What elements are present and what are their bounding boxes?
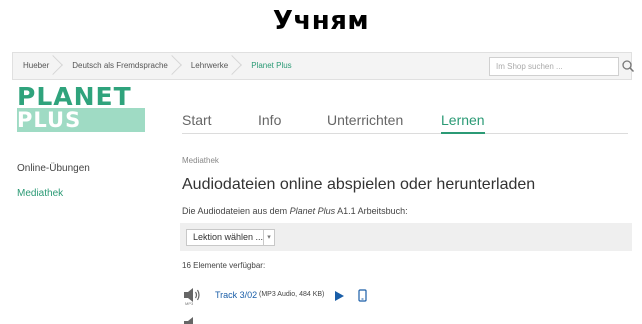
chevron-down-icon[interactable]: ▾ [263,230,274,245]
breadcrumb-hueber[interactable]: Hueber [13,52,62,80]
intro-text-before: Die Audiodateien aus dem [182,206,290,216]
intro-text: Die Audiodateien aus dem Planet Plus A1.… [182,206,408,216]
mp3-label: MP3 [185,301,194,306]
tab-unterrichten[interactable]: Unterrichten [327,112,403,134]
sidebar-item-mediathek[interactable]: Mediathek [17,188,63,199]
breadcrumb-deutsch-als-fremdsprache[interactable]: Deutsch als Fremdsprache [62,52,181,80]
filter-bar: Lektion wählen ... ▾ [180,223,632,251]
planet-plus-logo[interactable]: PLANET PLUS [17,82,145,132]
item-count: 16 Elemente verfügbar: [182,261,266,270]
list-item-partial [182,316,482,324]
intro-text-after: A1.1 Arbeitsbuch: [335,206,408,216]
banner-title: Учням [272,6,370,36]
track-meta: (MP3 Audio, 484 KB) [259,291,325,298]
lesson-select[interactable]: Lektion wählen ... ▾ [186,229,275,246]
tab-start[interactable]: Start [182,112,212,134]
breadcrumb-planet-plus[interactable]: Planet Plus [241,52,304,80]
device-icon[interactable] [358,289,367,302]
top-navigation-bar: Hueber Deutsch als Fremdsprache Lehrwerk… [12,52,635,80]
speaker-icon [184,317,193,324]
page-title: Audiodateien online abspielen oder herun… [182,176,536,193]
logo-text-planet: PLANET [17,82,132,111]
section-label: Mediathek [182,156,219,165]
sidebar-item-online-uebungen[interactable]: Online-Übungen [17,163,90,174]
tab-info[interactable]: Info [258,112,281,134]
main-tabs: Start Info Unterrichten Lernen [182,112,628,134]
intro-book-title: Planet Plus [289,206,336,216]
lesson-select-value: Lektion wählen ... [193,232,264,242]
tab-lernen[interactable]: Lernen [441,112,485,134]
logo-text-plus: PLUS [17,108,82,132]
search-input[interactable]: Im Shop suchen ... [489,57,619,76]
breadcrumb-lehrwerke[interactable]: Lehrwerke [181,52,241,80]
list-item: MP3 Track 3/02 (MP3 Audio, 484 KB) [182,287,482,307]
logo-band: PLUS [17,108,145,132]
play-icon[interactable] [335,291,344,301]
search-icon[interactable] [621,59,635,73]
page: Учням Hueber Deutsch als Fremdsprache Le… [0,0,642,324]
track-link[interactable]: Track 3/02 [215,290,257,300]
